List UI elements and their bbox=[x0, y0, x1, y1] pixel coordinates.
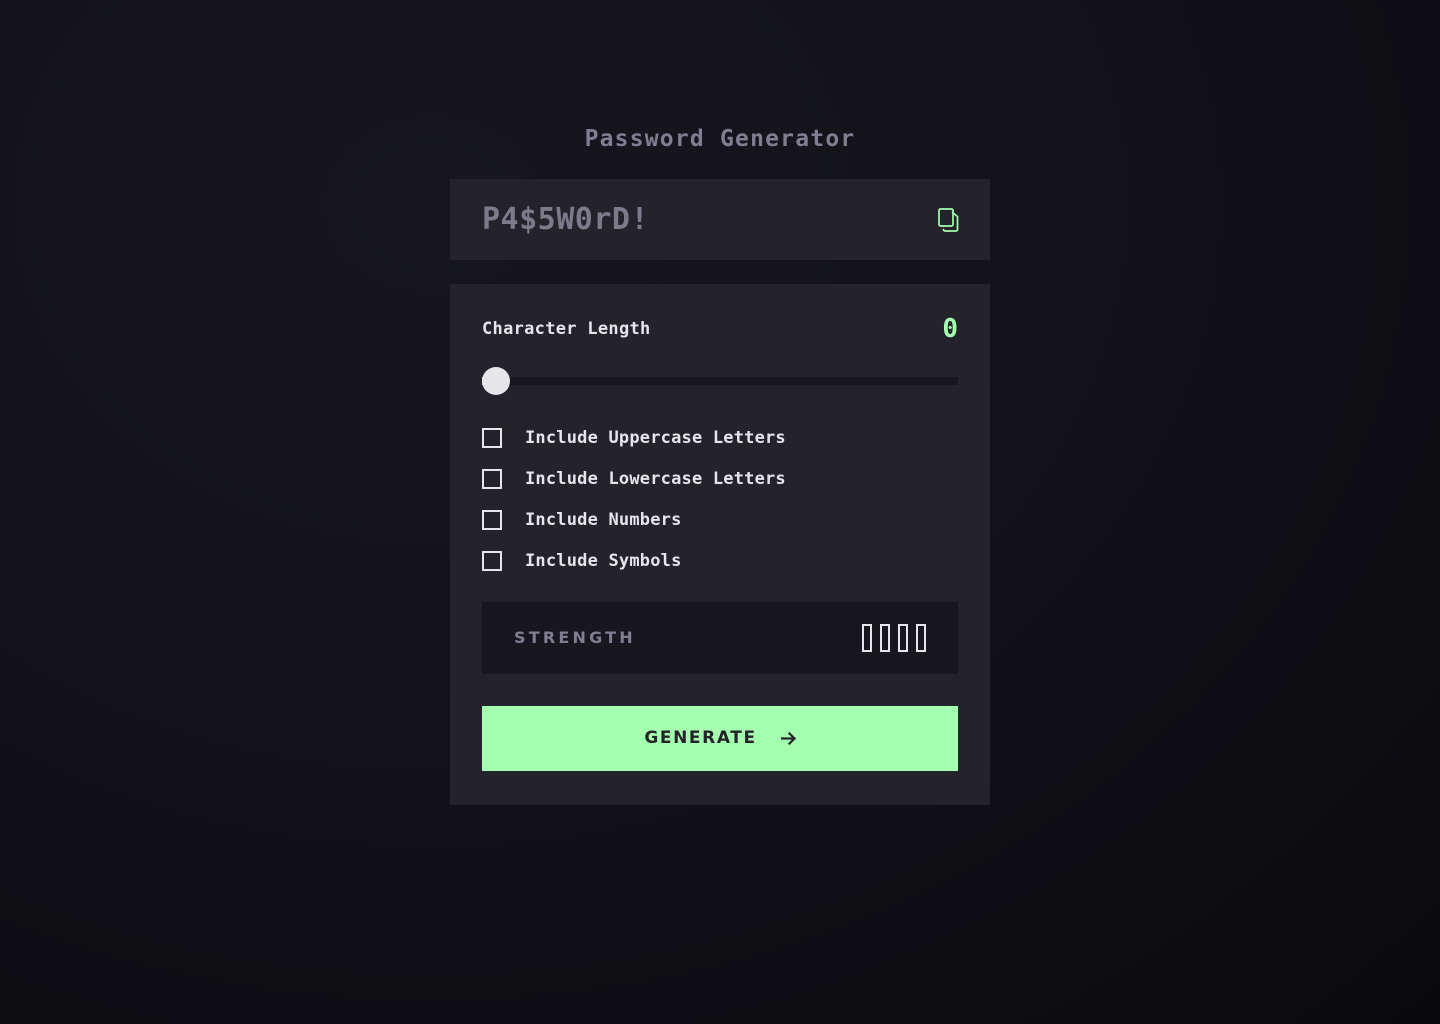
character-length-label: Character Length bbox=[482, 318, 651, 339]
checkbox-row-numbers[interactable]: Include Numbers bbox=[482, 510, 958, 530]
strength-bar-3 bbox=[898, 624, 908, 652]
password-generator-app: Password Generator P4$5W0rD! Character L… bbox=[450, 128, 990, 805]
character-length-slider[interactable] bbox=[482, 367, 958, 395]
strength-meter bbox=[862, 624, 926, 652]
strength-indicator: STRENGTH bbox=[482, 602, 958, 674]
strength-label: STRENGTH bbox=[514, 628, 636, 647]
slider-thumb[interactable] bbox=[482, 367, 510, 395]
generate-button[interactable]: GENERATE bbox=[482, 706, 958, 771]
generate-button-label: GENERATE bbox=[644, 728, 757, 748]
checkbox-numbers[interactable] bbox=[482, 510, 502, 530]
generated-password-text: P4$5W0rD! bbox=[482, 201, 650, 237]
password-display-panel: P4$5W0rD! bbox=[450, 179, 990, 260]
character-length-row: Character Length 0 bbox=[482, 316, 958, 342]
strength-bars bbox=[862, 624, 926, 652]
checkbox-row-uppercase[interactable]: Include Uppercase Letters bbox=[482, 428, 958, 448]
checkbox-label-uppercase: Include Uppercase Letters bbox=[525, 427, 786, 448]
checkbox-label-lowercase: Include Lowercase Letters bbox=[525, 468, 786, 489]
checkbox-label-symbols: Include Symbols bbox=[525, 550, 682, 571]
strength-bar-1 bbox=[862, 624, 872, 652]
include-options-list: Include Uppercase Letters Include Lowerc… bbox=[482, 428, 958, 571]
arrow-right-icon bbox=[780, 732, 796, 745]
checkbox-label-numbers: Include Numbers bbox=[525, 509, 682, 530]
checkbox-row-lowercase[interactable]: Include Lowercase Letters bbox=[482, 469, 958, 489]
checkbox-lowercase[interactable] bbox=[482, 469, 502, 489]
checkbox-symbols[interactable] bbox=[482, 551, 502, 571]
slider-track[interactable] bbox=[482, 377, 958, 385]
checkbox-uppercase[interactable] bbox=[482, 428, 502, 448]
strength-bar-4 bbox=[916, 624, 926, 652]
checkbox-row-symbols[interactable]: Include Symbols bbox=[482, 551, 958, 571]
options-panel: Character Length 0 Include Uppercase Let… bbox=[450, 284, 990, 805]
character-length-value: 0 bbox=[942, 314, 958, 344]
page-title: Password Generator bbox=[584, 126, 856, 152]
copy-icon[interactable] bbox=[937, 207, 959, 232]
strength-bar-2 bbox=[880, 624, 890, 652]
